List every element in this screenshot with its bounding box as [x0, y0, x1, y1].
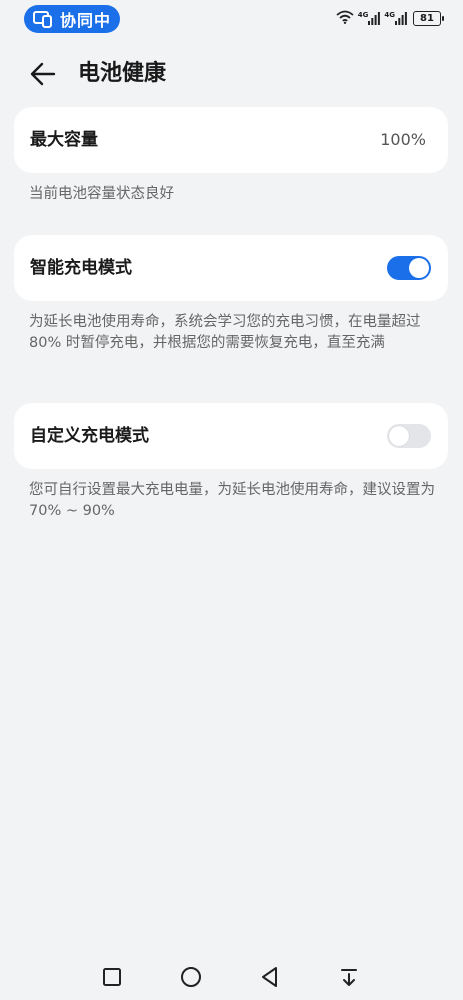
- back-button[interactable]: [28, 58, 60, 90]
- smart-charging-toggle[interactable]: [387, 256, 431, 280]
- max-capacity-value: 100%: [380, 130, 426, 149]
- system-icons: 4G 4G 81: [336, 9, 444, 28]
- smart-charging-description: 为延长电池使用寿命，系统会学习您的充电习惯，在电量超过 80% 时暂停充电，并根…: [29, 314, 421, 351]
- signal-icon-2: 4G: [384, 12, 407, 25]
- smart-charging-label: 智能充电模式: [30, 258, 132, 278]
- collab-icon: [32, 10, 54, 28]
- signal-icon: 4G: [358, 12, 381, 25]
- network-type-2: 4G: [384, 11, 395, 19]
- back-arrow-icon: [30, 62, 56, 86]
- custom-charging-card[interactable]: 自定义充电模式: [14, 403, 448, 469]
- home-button[interactable]: [176, 962, 206, 992]
- toggle-knob: [389, 426, 409, 446]
- custom-charging-label: 自定义充电模式: [30, 426, 149, 446]
- home-icon: [181, 967, 201, 987]
- status-bar: 协同中 4G 4G 81: [0, 0, 463, 38]
- collab-pill[interactable]: 协同中: [24, 5, 120, 33]
- notification-drawer-icon: [341, 969, 357, 986]
- network-type-1: 4G: [357, 11, 369, 19]
- back-nav-button[interactable]: [255, 962, 285, 992]
- recent-apps-icon: [103, 968, 121, 986]
- smart-charging-card[interactable]: 智能充电模式: [14, 235, 448, 301]
- notification-drawer-button[interactable]: [334, 962, 364, 992]
- back-nav-icon: [262, 967, 277, 987]
- custom-charging-description: 您可自行设置最大充电电量，为延长电池使用寿命，建议设置为 70% ~ 90%: [29, 482, 435, 519]
- battery-icon: 81: [413, 11, 444, 26]
- wifi-icon: [336, 9, 354, 28]
- max-capacity-label: 最大容量: [30, 130, 98, 150]
- collab-label: 协同中: [60, 11, 112, 30]
- toggle-knob: [409, 258, 429, 278]
- recent-apps-button[interactable]: [97, 962, 127, 992]
- max-capacity-card: 最大容量 100%: [14, 107, 448, 173]
- navigation-bar: [0, 956, 463, 996]
- max-capacity-description: 当前电池容量状态良好: [29, 186, 174, 202]
- header: 电池健康: [0, 52, 463, 96]
- page-title: 电池健康: [78, 61, 167, 86]
- custom-charging-toggle[interactable]: [387, 424, 431, 448]
